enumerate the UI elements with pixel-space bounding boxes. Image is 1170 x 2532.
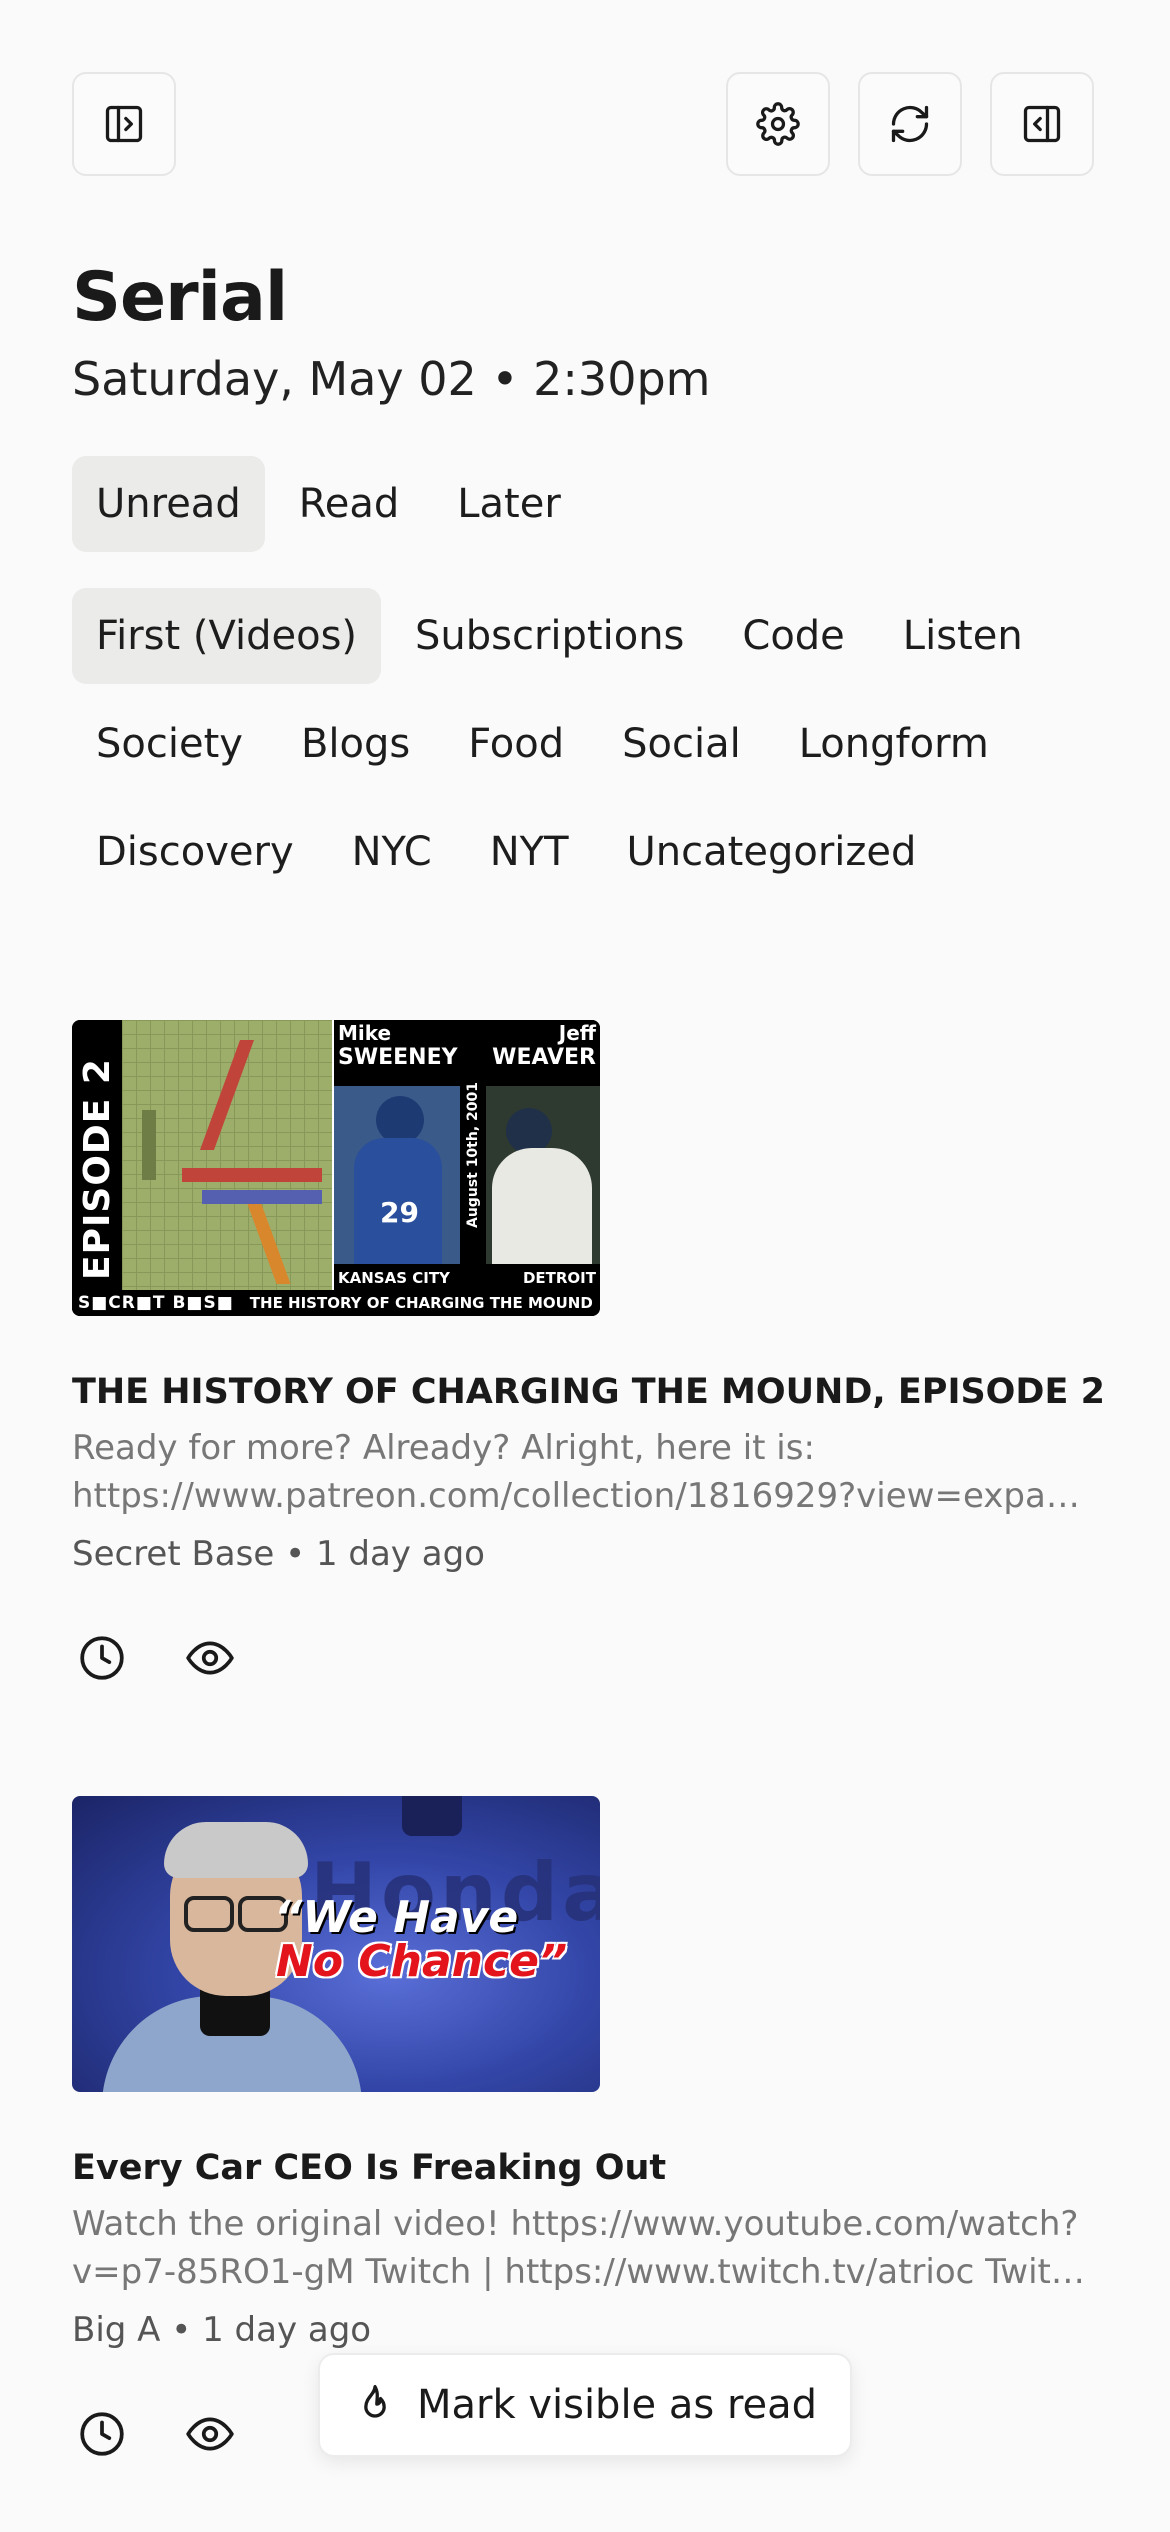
category-row-2: Society Blogs Food Social Longform [72, 696, 1013, 792]
tab-read[interactable]: Read [275, 456, 424, 552]
collapse-panel-button[interactable] [990, 72, 1094, 176]
refresh-button[interactable] [858, 72, 962, 176]
expand-sidebar-button[interactable] [72, 72, 176, 176]
tab-later[interactable]: Later [433, 456, 585, 552]
mark-read-button[interactable] [180, 1628, 240, 1688]
category-uncategorized[interactable]: Uncategorized [603, 804, 941, 900]
item-actions [72, 1628, 1098, 1688]
eye-icon [186, 2417, 234, 2451]
category-first-videos[interactable]: First (Videos) [72, 588, 382, 684]
episode-label: EPISODE 2 [76, 1058, 118, 1280]
flame-icon [364, 2385, 386, 2418]
channel-logo-text: S■CR■T B■S■ [78, 1293, 234, 1313]
current-datetime: Saturday, May 02 • 2:30pm [72, 352, 711, 406]
player-photo-1: Mike SWEENEY 29 KANSAS CITY [332, 1020, 462, 1290]
item-description: Watch the original video! https://www.yo… [72, 2204, 1098, 2292]
item-meta: Secret Base • 1 day ago [72, 1534, 485, 1574]
category-nyt[interactable]: NYT [466, 804, 593, 900]
eye-icon [186, 1641, 234, 1675]
gear-icon [756, 102, 800, 146]
clock-icon [80, 1636, 124, 1680]
clock-icon [80, 2412, 124, 2456]
item-meta: Big A • 1 day ago [72, 2310, 372, 2350]
player-photo-2: Jeff WEAVER DETROIT [486, 1020, 600, 1290]
page-title: Serial [72, 258, 288, 337]
settings-button[interactable] [726, 72, 830, 176]
category-listen[interactable]: Listen [879, 588, 1047, 684]
category-nyc[interactable]: NYC [328, 804, 456, 900]
category-longform[interactable]: Longform [775, 696, 1013, 792]
status-tabs: Unread Read Later [72, 456, 585, 552]
category-code[interactable]: Code [718, 588, 868, 684]
item-title[interactable]: THE HISTORY OF CHARGING THE MOUND, EPISO… [72, 1368, 1105, 1416]
category-blogs[interactable]: Blogs [277, 696, 434, 792]
mark-visible-read-button[interactable]: Mark visible as read [318, 2353, 852, 2457]
item-description: Ready for more? Already? Alright, here i… [72, 1428, 1098, 1516]
category-row-1: First (Videos) Subscriptions Code Listen [72, 588, 1047, 684]
mark-read-button[interactable] [180, 2404, 240, 2464]
category-row-3: Discovery NYC NYT Uncategorized [72, 804, 940, 900]
sidebar-collapse-icon [1023, 105, 1061, 143]
video-thumbnail[interactable]: Honda “We Have No Chance” [72, 1796, 600, 2092]
category-subscriptions[interactable]: Subscriptions [391, 588, 708, 684]
read-later-button[interactable] [72, 2404, 132, 2464]
refresh-icon [891, 105, 929, 143]
read-later-button[interactable] [72, 1628, 132, 1688]
category-discovery[interactable]: Discovery [72, 804, 318, 900]
mark-visible-read-label: Mark visible as read [416, 2382, 818, 2428]
thumbnail-quote-line2: No Chance” [276, 1936, 568, 1987]
category-food[interactable]: Food [444, 696, 588, 792]
sidebar-expand-icon [105, 105, 143, 143]
map-graphic [122, 1020, 332, 1290]
category-social[interactable]: Social [598, 696, 765, 792]
feed-item[interactable]: EPISODE 2 Mike SWEENEY 29 KANSAS CITY Au… [72, 1020, 1105, 1688]
tab-unread[interactable]: Unread [72, 456, 265, 552]
video-thumbnail[interactable]: EPISODE 2 Mike SWEENEY 29 KANSAS CITY Au… [72, 1020, 600, 1316]
item-title[interactable]: Every Car CEO Is Freaking Out [72, 2144, 1098, 2192]
category-society[interactable]: Society [72, 696, 267, 792]
